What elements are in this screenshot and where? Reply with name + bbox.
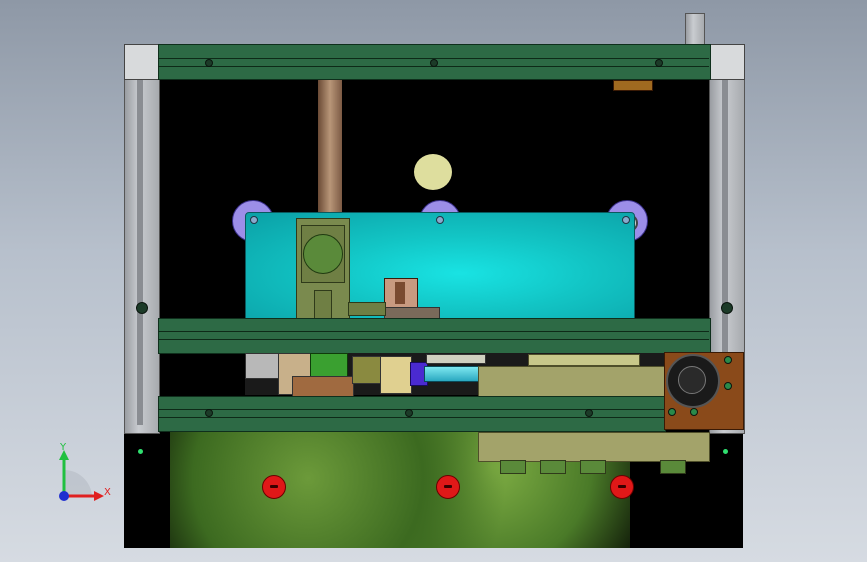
slide-foot xyxy=(500,460,526,474)
middle-rail[interactable] xyxy=(158,318,711,354)
motor-bolt-icon xyxy=(724,356,732,364)
motor-bolt-icon xyxy=(690,408,698,416)
mechanism-block-yellow[interactable] xyxy=(380,356,412,394)
plate-bolt-icon xyxy=(622,216,630,224)
cylinder-rod[interactable] xyxy=(424,366,482,382)
mechanism-block-copper[interactable] xyxy=(292,376,354,397)
motor-shaft-icon xyxy=(678,366,706,394)
bottom-rail-bolt-icon xyxy=(585,409,593,417)
middle-rail-line xyxy=(158,339,709,340)
cylinder-tube[interactable] xyxy=(426,354,486,364)
slide-extension[interactable] xyxy=(478,432,710,462)
actuator-stem xyxy=(314,290,332,320)
plate-bolt-icon xyxy=(436,216,444,224)
light-disk xyxy=(414,154,452,190)
gripper-arm xyxy=(348,302,386,316)
bottom-rail-line xyxy=(158,417,664,418)
bottom-rail-bolt-icon xyxy=(205,409,213,417)
triad-icon: Y X xyxy=(52,440,116,506)
middle-rail-line xyxy=(158,331,709,332)
indicator-led xyxy=(138,449,143,454)
corner-bracket-top-left[interactable] xyxy=(124,44,160,80)
gripper-jaw xyxy=(395,282,405,304)
slide-foot xyxy=(660,460,686,474)
slide-foot xyxy=(540,460,566,474)
triad-x-label: X xyxy=(104,487,111,498)
plate-bolt-icon xyxy=(250,216,258,224)
corner-bracket-top-right[interactable] xyxy=(709,44,745,80)
triad-y-label: Y xyxy=(60,442,67,453)
motor-bolt-icon xyxy=(724,382,732,390)
bottom-rail-bolt-icon xyxy=(405,409,413,417)
left-post-slot xyxy=(137,80,143,425)
top-stub xyxy=(685,13,705,47)
red-marker-icon[interactable] xyxy=(262,475,286,499)
graphics-viewport[interactable]: Y X xyxy=(0,0,867,562)
actuator-circle-icon xyxy=(303,234,343,274)
top-rail-bolt-icon xyxy=(655,59,663,67)
slide-foot xyxy=(580,460,606,474)
slide-table-top[interactable] xyxy=(528,354,640,366)
slide-table[interactable] xyxy=(478,366,666,398)
mechanism-block-olive[interactable] xyxy=(352,356,382,384)
top-rail-bolt-icon xyxy=(430,59,438,67)
top-tab xyxy=(613,80,653,91)
right-post-bolt-icon xyxy=(721,302,733,314)
indicator-led xyxy=(723,449,728,454)
left-post-bolt-icon xyxy=(136,302,148,314)
red-marker-icon[interactable] xyxy=(610,475,634,499)
red-marker-icon[interactable] xyxy=(436,475,460,499)
motor-bolt-icon xyxy=(668,408,676,416)
top-rail-bolt-icon xyxy=(205,59,213,67)
